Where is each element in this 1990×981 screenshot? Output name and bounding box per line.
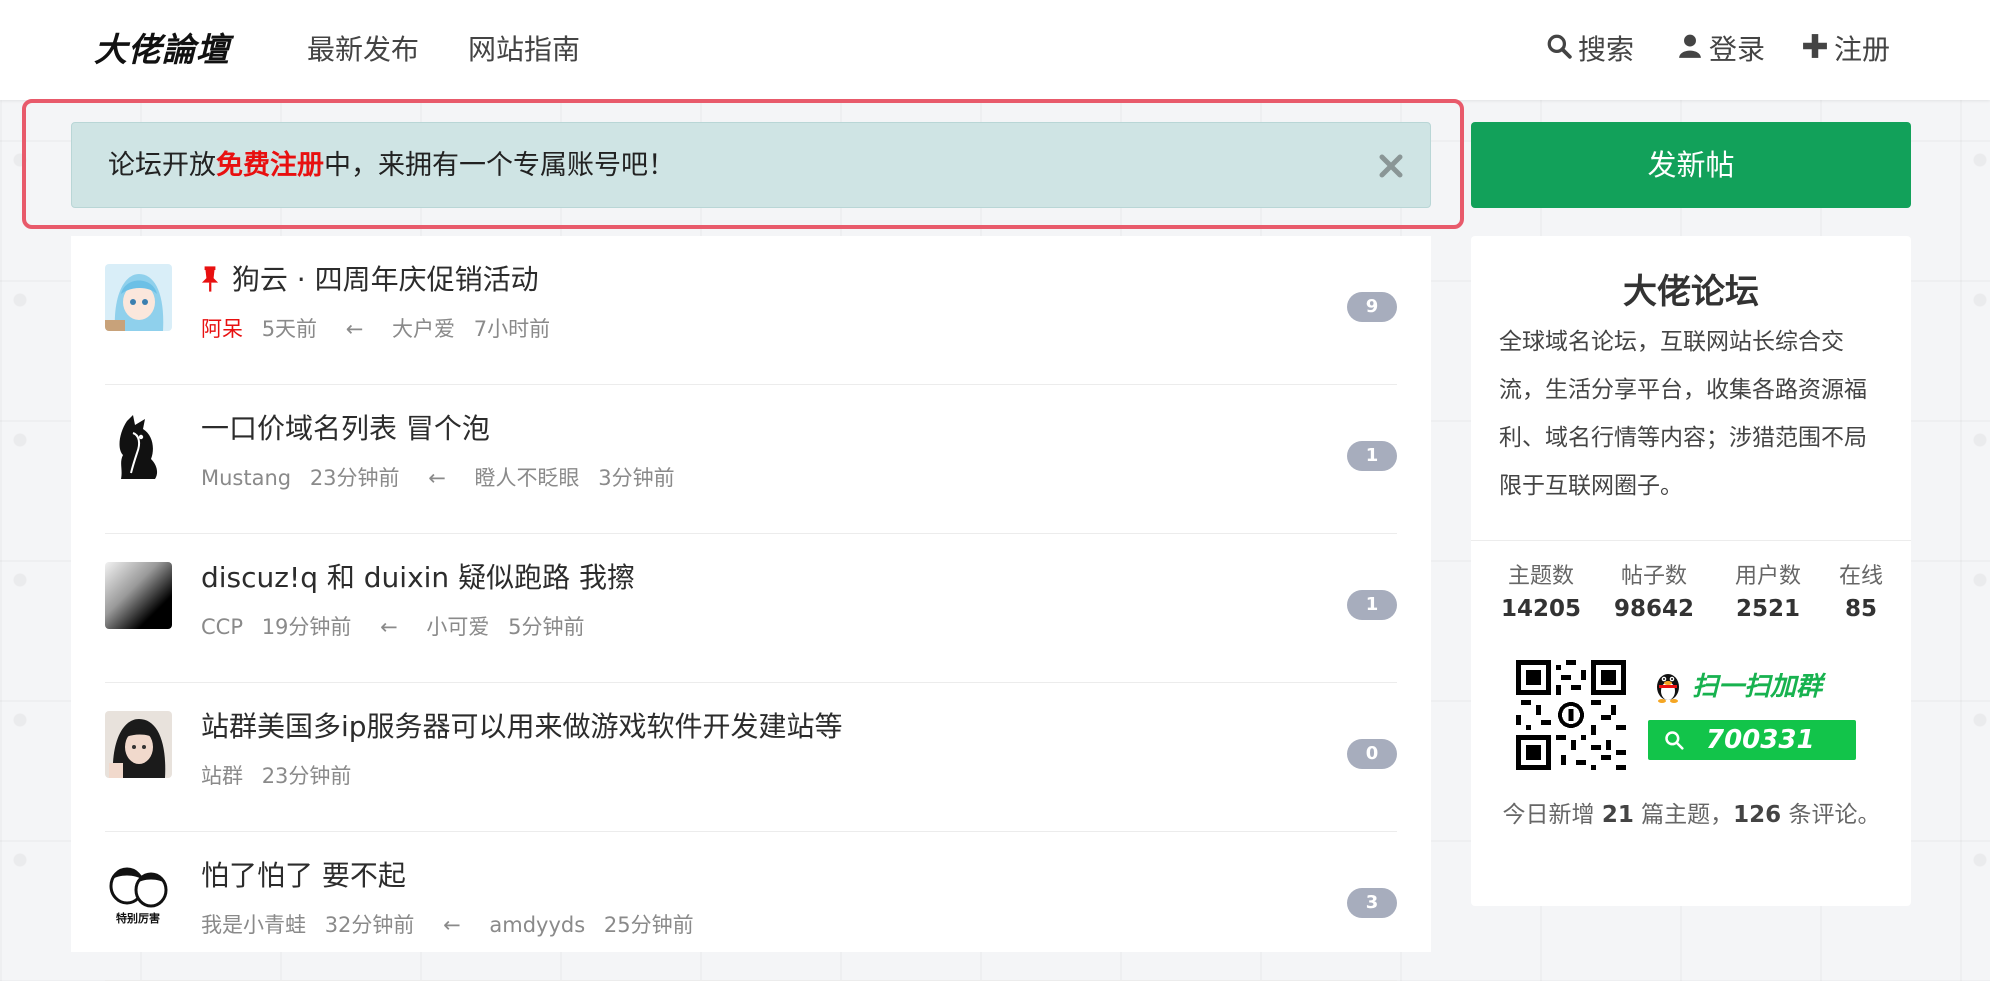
topic-item[interactable]: 狗云 · 四周年庆促销活动 阿呆 5天前 ← 大户爱 7小时前 9 <box>105 236 1397 385</box>
svg-text:特别厉害: 特别厉害 <box>116 911 160 925</box>
avatar[interactable] <box>105 562 172 629</box>
topic-posted-time: 23分钟前 <box>309 466 400 490</box>
search-icon <box>1664 730 1684 754</box>
pin-icon <box>201 263 228 296</box>
today-prefix: 今日新增 <box>1502 802 1595 828</box>
topic-item[interactable]: 特别厉害 怕了怕了 要不起 我是小青蛙 32分钟前 ← amdyyds 25分钟… <box>105 832 1397 981</box>
avatar[interactable] <box>105 264 172 331</box>
stat-online: 在线 85 <box>1831 558 1891 622</box>
topic-meta: 阿呆 5天前 ← 大户爱 7小时前 <box>201 313 562 343</box>
reply-count-badge: 9 <box>1347 292 1397 322</box>
last-reply-time: 25分钟前 <box>603 913 694 937</box>
stat-value: 85 <box>1844 596 1877 622</box>
reply-count-badge: 1 <box>1347 590 1397 620</box>
reply-count-badge: 0 <box>1347 739 1397 769</box>
topic-posted-time: 5天前 <box>261 317 318 341</box>
search-label: 搜索 <box>1578 33 1635 66</box>
stat-topics: 主题数 14205 <box>1501 558 1581 622</box>
last-reply-time: 5分钟前 <box>508 615 585 639</box>
topic-title-text: 狗云 · 四周年庆促销活动 <box>231 263 539 296</box>
register-button[interactable]: 注册 <box>1802 30 1890 70</box>
nav-latest[interactable]: 最新发布 <box>307 30 419 70</box>
reply-count-badge: 1 <box>1347 441 1397 471</box>
topic-list: 狗云 · 四周年庆促销活动 阿呆 5天前 ← 大户爱 7小时前 9 一口价域名列… <box>71 236 1431 981</box>
today-summary: 今日新增 21 篇主题，126 条评论。 <box>1499 796 1884 834</box>
arrow-left-icon: ← <box>428 466 446 490</box>
avatar[interactable] <box>105 711 172 778</box>
stat-posts: 帖子数 98642 <box>1614 558 1694 622</box>
login-button[interactable]: 登录 <box>1677 30 1765 70</box>
arrow-left-icon: ← <box>443 913 461 937</box>
qr-code <box>1516 660 1626 770</box>
topic-author[interactable]: CCP <box>201 615 243 639</box>
site-logo[interactable]: 大佬論壇 <box>94 28 230 72</box>
last-reply-time: 7小时前 <box>473 317 551 341</box>
topic-posted-time: 19分钟前 <box>261 615 352 639</box>
stat-value: 98642 <box>1614 596 1695 622</box>
arrow-left-icon: ← <box>380 615 398 639</box>
stat-value: 14205 <box>1501 596 1582 622</box>
last-reply-user[interactable]: 瞪人不眨眼 <box>475 466 580 490</box>
avatar[interactable] <box>105 413 172 480</box>
today-suffix: 条评论。 <box>1788 802 1881 828</box>
topic-title[interactable]: 狗云 · 四周年庆促销活动 <box>201 258 539 298</box>
topic-meta: 我是小青蛙 32分钟前 ← amdyyds 25分钟前 <box>201 909 706 939</box>
stat-label: 用户数 <box>1734 564 1801 589</box>
search-button[interactable]: 搜索 <box>1546 30 1634 70</box>
last-reply-user[interactable]: amdyyds <box>489 913 585 937</box>
stat-label: 帖子数 <box>1620 564 1687 589</box>
topic-meta: 站群 23分钟前 <box>201 760 363 790</box>
new-post-button[interactable]: 发新帖 <box>1471 122 1911 208</box>
register-label: 注册 <box>1834 33 1891 66</box>
plus-icon <box>1802 30 1828 70</box>
qq-group-slogan: 扫一扫加群 <box>1653 666 1822 703</box>
stat-label: 在线 <box>1838 564 1883 589</box>
today-comment-count: 126 <box>1733 802 1782 828</box>
notice-highlight-frame <box>22 99 1464 229</box>
topic-item[interactable]: 站群美国多ip服务器可以用来做游戏软件开发建站等 站群 23分钟前 0 <box>105 683 1397 832</box>
topic-meta: Mustang 23分钟前 ← 瞪人不眨眼 3分钟前 <box>201 462 687 492</box>
topic-item[interactable]: discuz!q 和 duixin 疑似跑路 我擦 CCP 19分钟前 ← 小可… <box>105 534 1397 683</box>
stat-users: 用户数 2521 <box>1728 558 1808 622</box>
top-navbar: 大佬論壇 最新发布 网站指南 搜索 登录 注册 <box>0 0 1990 100</box>
arrow-left-icon: ← <box>345 317 364 341</box>
divider <box>1471 540 1911 541</box>
today-mid: 篇主题， <box>1641 802 1734 828</box>
nav-guide[interactable]: 网站指南 <box>468 30 580 70</box>
topic-author[interactable]: Mustang <box>201 466 291 490</box>
topic-posted-time: 23分钟前 <box>261 764 352 788</box>
forum-description: 全球域名论坛，互联网站长综合交流，生活分享平台，收集各路资源福利、域名行情等内容… <box>1499 329 1867 499</box>
last-reply-user[interactable]: 小可爱 <box>426 615 489 639</box>
stat-label: 主题数 <box>1507 564 1574 589</box>
qq-slogan-text: 扫一扫加群 <box>1692 672 1823 702</box>
topic-title[interactable]: 一口价域名列表 冒个泡 <box>201 407 490 447</box>
qq-group-number: 700331 <box>1706 725 1815 755</box>
stat-value: 2521 <box>1735 596 1800 622</box>
forum-title: 大佬论坛 <box>1623 272 1759 312</box>
topic-item[interactable]: 一口价域名列表 冒个泡 Mustang 23分钟前 ← 瞪人不眨眼 3分钟前 1 <box>105 385 1397 534</box>
topic-author[interactable]: 我是小青蛙 <box>201 913 306 937</box>
user-icon <box>1677 30 1703 70</box>
today-topic-count: 21 <box>1601 802 1634 828</box>
search-icon <box>1546 30 1572 70</box>
topic-posted-time: 32分钟前 <box>324 913 415 937</box>
qq-penguin-icon <box>1653 672 1692 703</box>
last-reply-time: 3分钟前 <box>598 466 675 490</box>
forum-stats: 主题数 14205 帖子数 98642 用户数 2521 在线 85 <box>1471 558 1911 628</box>
topic-title[interactable]: 怕了怕了 要不起 <box>201 854 406 894</box>
login-label: 登录 <box>1709 33 1766 66</box>
last-reply-user[interactable]: 大户爱 <box>392 317 455 341</box>
forum-info-card: 大佬论坛 全球域名论坛，互联网站长综合交流，生活分享平台，收集各路资源福利、域名… <box>1471 236 1911 906</box>
topic-title[interactable]: discuz!q 和 duixin 疑似跑路 我擦 <box>201 556 635 596</box>
qq-group-number-box[interactable]: 700331 <box>1648 720 1856 760</box>
topic-author[interactable]: 站群 <box>201 764 243 788</box>
topic-title[interactable]: 站群美国多ip服务器可以用来做游戏软件开发建站等 <box>201 705 843 745</box>
topic-meta: CCP 19分钟前 ← 小可爱 5分钟前 <box>201 611 596 641</box>
reply-count-badge: 3 <box>1347 888 1397 918</box>
avatar[interactable]: 特别厉害 <box>105 860 172 927</box>
topic-author[interactable]: 阿呆 <box>201 317 243 341</box>
